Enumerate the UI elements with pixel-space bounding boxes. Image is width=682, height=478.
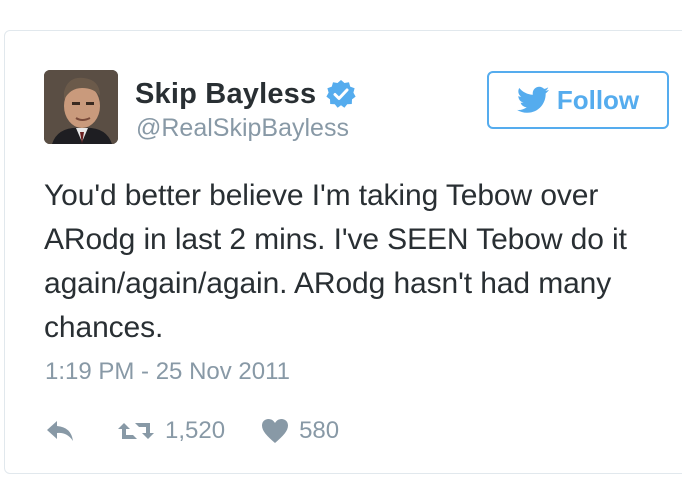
reply-button[interactable] xyxy=(45,419,77,443)
retweet-count: 1,520 xyxy=(165,417,226,444)
tweet-timestamp[interactable]: 1:19 PM - 25 Nov 2011 xyxy=(45,358,290,386)
like-button[interactable]: 580 xyxy=(261,417,339,445)
like-count: 580 xyxy=(299,417,340,444)
verified-badge-icon xyxy=(326,79,356,109)
heart-icon xyxy=(261,418,299,444)
user-handle[interactable]: @RealSkipBayless xyxy=(136,114,349,143)
name-row: Skip Bayless xyxy=(135,76,356,112)
tweet-embed-page: Skip Bayless @RealSkipBayless Follow You… xyxy=(0,0,682,478)
retweet-icon xyxy=(117,419,165,443)
reply-icon xyxy=(45,419,75,443)
follow-button-label: Follow xyxy=(556,84,640,115)
twitter-bird-icon xyxy=(516,86,549,114)
follow-button[interactable]: Follow xyxy=(487,71,669,129)
tweet-text: You'd better believe I'm taking Tebow ov… xyxy=(44,179,627,344)
display-name[interactable]: Skip Bayless xyxy=(135,78,316,111)
tweet-actions: 1,520 580 xyxy=(45,414,339,448)
avatar[interactable] xyxy=(44,70,118,144)
retweet-button[interactable]: 1,520 xyxy=(117,417,225,445)
